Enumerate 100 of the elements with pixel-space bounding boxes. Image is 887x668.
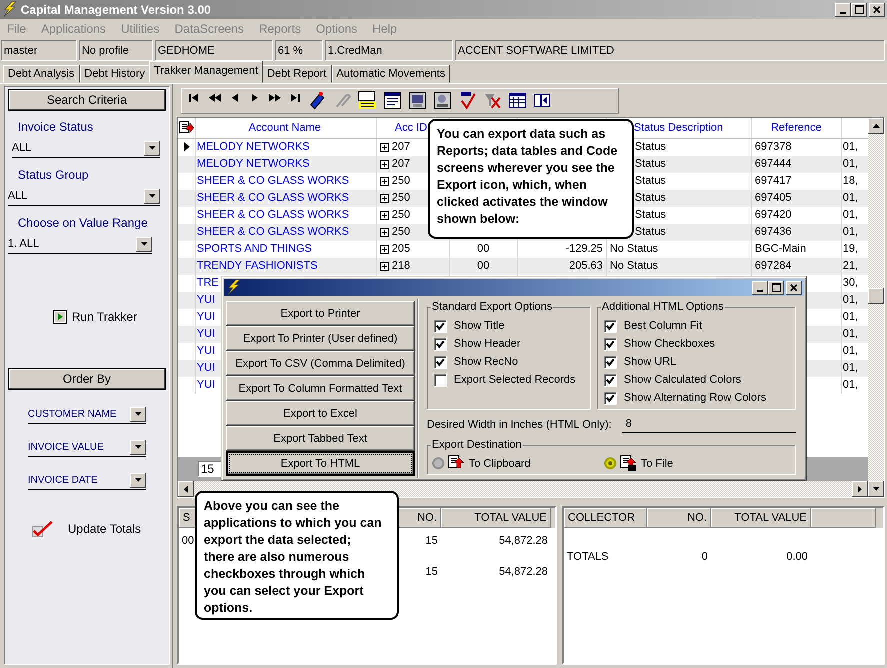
table-cell: 15 — [426, 566, 438, 578]
column-header[interactable]: Reference — [771, 122, 822, 134]
radio-button[interactable] — [432, 457, 445, 470]
scroll-left-icon[interactable] — [184, 486, 188, 493]
account-link[interactable]: YUI — [197, 379, 216, 392]
dropdown[interactable]: ALL — [8, 187, 160, 206]
checkbox[interactable] — [434, 320, 447, 332]
scroll-down-icon[interactable] — [872, 487, 880, 492]
search-criteria-button[interactable]: Search Criteria — [9, 90, 165, 110]
expand-icon[interactable] — [380, 142, 389, 152]
account-link[interactable]: SHEER & CO GLASS WORKS — [197, 209, 350, 222]
scroll-up-icon[interactable] — [872, 124, 880, 128]
dropdown[interactable]: CUSTOMER NAME — [28, 405, 146, 424]
maximize-icon[interactable] — [772, 283, 780, 292]
minimize-button[interactable] — [752, 280, 768, 294]
vertical-scrollbar[interactable] — [868, 118, 884, 498]
column-header[interactable]: Acc ID — [395, 122, 428, 134]
export-button[interactable]: Export to Printer — [226, 301, 415, 326]
account-link[interactable]: YUI — [197, 328, 216, 340]
account-link[interactable]: TRENDY FASHIONISTS — [197, 260, 318, 272]
table-cell: 250 — [392, 226, 410, 238]
account-link[interactable]: SHEER & CO GLASS WORKS — [197, 175, 350, 188]
export-button[interactable]: Export Tabbed Text — [226, 426, 415, 451]
maximize-button[interactable] — [768, 280, 784, 294]
close-icon[interactable] — [873, 6, 881, 14]
close-button[interactable] — [786, 280, 802, 294]
table-cell: 01, — [843, 362, 858, 374]
account-link[interactable]: MELODY NETWORKS — [197, 141, 310, 154]
account-link[interactable]: SHEER & CO GLASS WORKS — [197, 226, 350, 238]
report-icon[interactable] — [383, 91, 402, 110]
expand-icon[interactable] — [380, 228, 389, 237]
group-title: Standard Export Options — [431, 301, 554, 314]
account-link[interactable]: YUI — [197, 345, 216, 358]
width-field[interactable]: 8 — [622, 416, 796, 433]
export-button[interactable]: Export To Printer (User defined) — [226, 326, 415, 351]
expand-icon[interactable] — [380, 176, 389, 186]
export-button[interactable]: Export To Column Formatted Text — [226, 376, 415, 401]
tab[interactable]: Automatic Movements — [332, 65, 450, 83]
account-link[interactable]: MELODY NETWORKS — [197, 158, 310, 170]
minimize-button[interactable] — [835, 2, 851, 16]
order-by-button[interactable]: Order By — [9, 369, 165, 389]
export-button[interactable]: Export To HTML — [226, 451, 415, 476]
account-link[interactable]: SHEER & CO GLASS WORKS — [197, 192, 350, 204]
checkbox[interactable] — [604, 374, 617, 386]
export-button[interactable]: Export To CSV (Comma Delimited) — [226, 351, 415, 376]
account-link[interactable]: YUI — [197, 362, 216, 374]
checkbox-label: Show URL — [624, 356, 677, 368]
checkbox[interactable] — [604, 338, 617, 350]
checkbox[interactable] — [604, 356, 617, 368]
expand-icon[interactable] — [380, 160, 389, 169]
dropdown[interactable]: ALL — [12, 139, 160, 158]
scroll-right-icon[interactable] — [858, 486, 862, 493]
column-header[interactable]: S — [183, 512, 190, 524]
radio-button[interactable] — [604, 457, 617, 470]
expand-icon[interactable] — [380, 244, 389, 254]
close-button[interactable] — [869, 2, 885, 16]
run-trakker-link[interactable]: Run Trakker — [72, 310, 138, 324]
table-cell: 250 — [392, 209, 410, 222]
account-link[interactable]: TRE — [197, 277, 219, 290]
maximize-button[interactable] — [851, 2, 867, 16]
clear-filter-icon[interactable] — [483, 91, 502, 110]
expand-icon[interactable] — [380, 210, 389, 220]
account-link[interactable]: SPORTS AND THINGS — [197, 243, 312, 256]
column-header[interactable]: Status Description — [634, 122, 724, 134]
tab[interactable]: Debt History — [80, 65, 150, 83]
table-cell: 697284 — [755, 260, 792, 272]
checkbox[interactable] — [434, 356, 447, 368]
checkbox[interactable] — [434, 338, 447, 350]
filter-icon[interactable] — [358, 91, 377, 110]
column-header[interactable]: Account Name — [248, 122, 322, 134]
maximize-icon[interactable] — [854, 5, 864, 14]
checkbox[interactable] — [604, 392, 617, 404]
expand-icon[interactable] — [380, 194, 389, 203]
dropdown[interactable]: INVOICE VALUE — [28, 438, 146, 457]
checkbox[interactable] — [604, 320, 617, 332]
table-cell: 18, — [843, 175, 858, 188]
info-field: 1.CredMan — [325, 40, 453, 61]
tab[interactable]: Debt Analysis — [3, 65, 80, 83]
tab[interactable]: Debt Report — [262, 65, 332, 83]
checkbox[interactable] — [32, 520, 54, 538]
account-link[interactable]: YUI — [197, 294, 216, 306]
export-button[interactable]: Export to Excel — [226, 401, 415, 426]
dropdown[interactable]: 1. ALL — [8, 235, 152, 254]
tab[interactable]: Trakker Management — [149, 61, 264, 83]
table-cell: 01, — [843, 158, 858, 170]
checkbox[interactable] — [434, 374, 447, 386]
dropdown[interactable]: INVOICE DATE — [28, 471, 146, 490]
table-cell: 01, — [843, 209, 858, 222]
table-cell: Status — [635, 175, 666, 188]
play-icon[interactable] — [53, 310, 67, 324]
scroll-thumb[interactable] — [868, 288, 884, 304]
table-cell: 21, — [843, 260, 858, 272]
column-header[interactable]: NO. — [687, 512, 707, 524]
grid-icon[interactable] — [508, 91, 527, 110]
table-cell: 0 — [702, 550, 708, 563]
check-icon[interactable] — [458, 91, 477, 110]
account-link[interactable]: YUI — [197, 311, 216, 324]
table-cell: 19, — [843, 243, 858, 256]
close-icon[interactable] — [790, 284, 798, 292]
expand-icon[interactable] — [380, 262, 389, 271]
